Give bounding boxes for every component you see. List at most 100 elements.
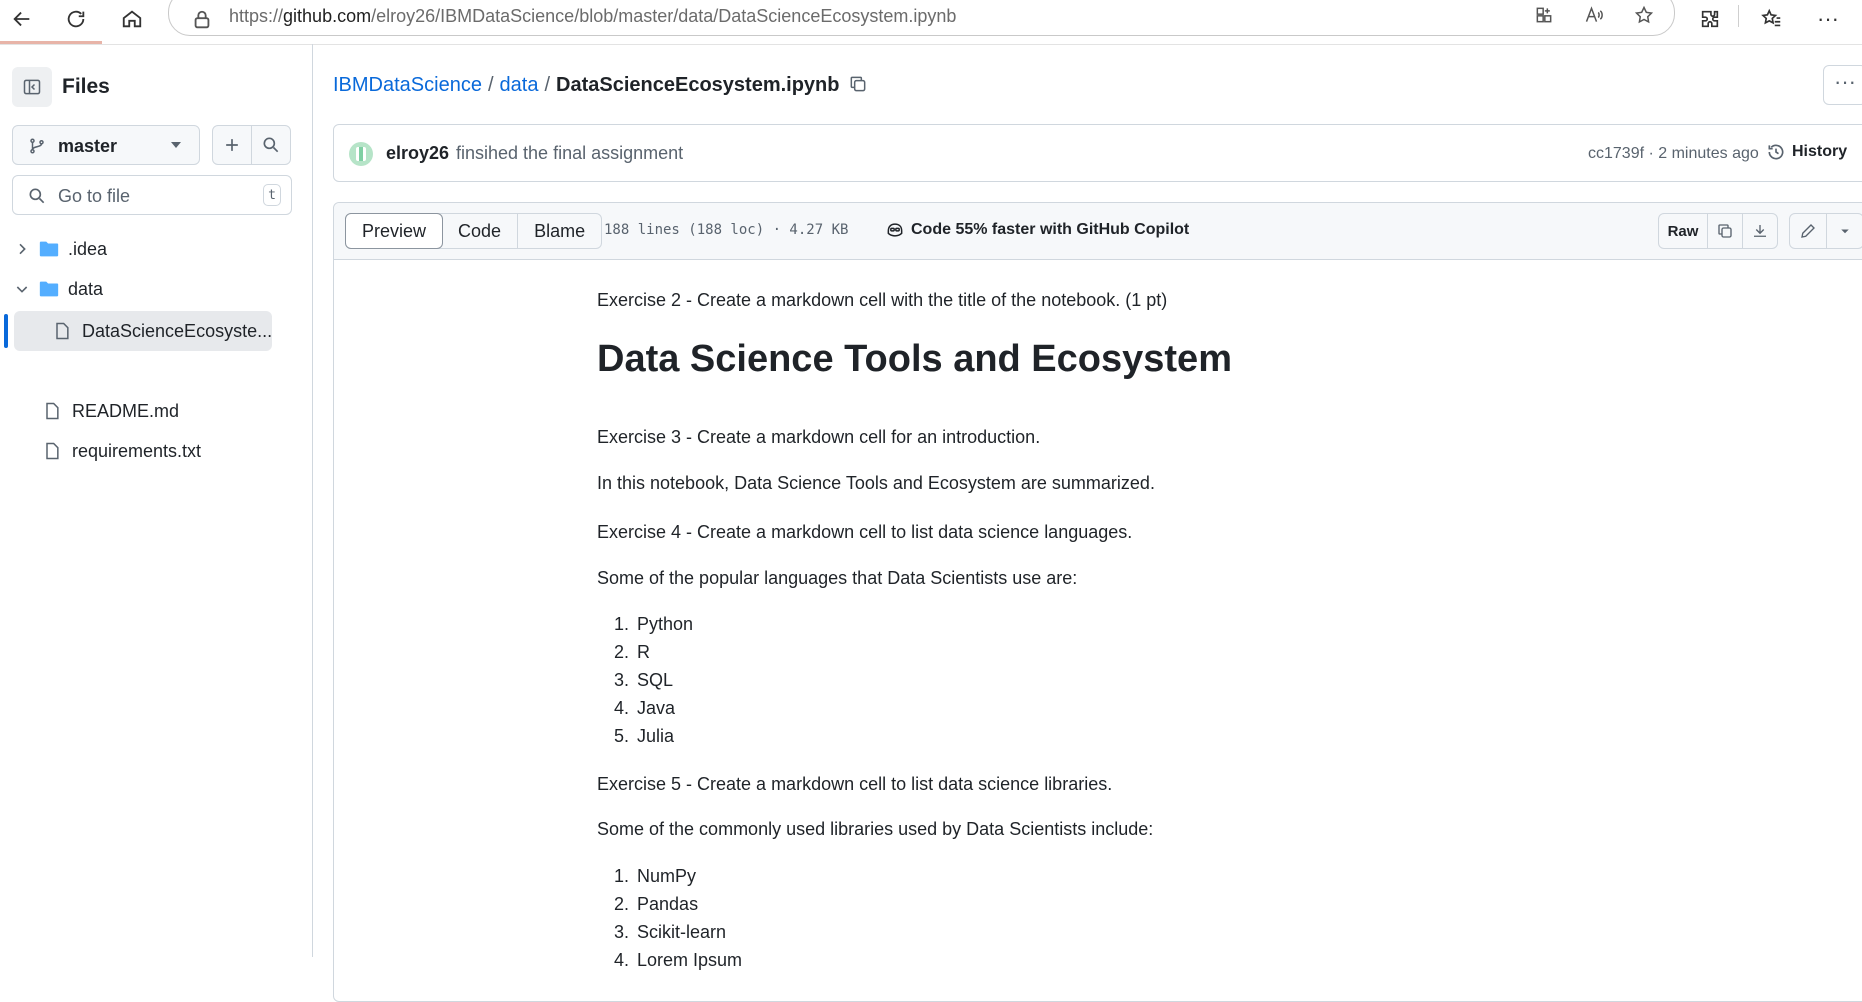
more-options-button[interactable]: ··· — [1823, 65, 1862, 105]
raw-actions-group: Raw — [1658, 213, 1778, 249]
raw-button[interactable]: Raw — [1659, 214, 1708, 248]
edit-actions-group — [1789, 213, 1862, 249]
lock-icon[interactable] — [191, 9, 213, 31]
add-file-button[interactable] — [212, 125, 252, 165]
avatar[interactable] — [349, 142, 373, 166]
copy-icon — [1718, 224, 1732, 238]
tree-item-label: .idea — [68, 238, 108, 259]
list-item: 5. Julia — [614, 726, 675, 746]
file-info: 188 lines (188 loc) · 4.27 KB — [604, 222, 849, 238]
breadcrumb-current-file: DataScienceEcosystem.ipynb — [556, 74, 840, 96]
favorites-icon[interactable] — [1752, 2, 1792, 36]
breadcrumb-separator: / — [487, 74, 494, 96]
browser-menu-icon[interactable]: ··· — [1808, 2, 1848, 36]
exercise-4-text: Exercise 4 - Create a markdown cell to l… — [597, 522, 1133, 542]
chevron-down-icon — [1841, 229, 1849, 234]
languages-list: 1. Python 2. R 3. SQL 4. Java 5. Julia — [614, 610, 693, 750]
view-mode-tabs: Preview Code Blame — [345, 213, 603, 249]
tree-item-notebook[interactable]: DataScienceEcosyste... — [52, 312, 272, 350]
plus-icon — [226, 139, 238, 151]
copy-raw-button[interactable] — [1708, 214, 1742, 248]
history-label: History — [1792, 143, 1848, 160]
keyboard-shortcut-hint: t — [263, 184, 281, 206]
tree-item-label: DataScienceEcosyste... — [82, 320, 273, 341]
toolbar-separator — [1738, 5, 1739, 27]
list-item: 4. Java — [614, 698, 676, 718]
history-icon — [1768, 144, 1784, 160]
read-aloud-icon[interactable] — [1579, 2, 1609, 28]
exercise-3-text: Exercise 3 - Create a markdown cell for … — [597, 427, 1041, 447]
tab-code[interactable]: Code — [442, 214, 519, 248]
copy-path-icon[interactable] — [848, 74, 868, 94]
tree-item-idea[interactable]: .idea — [14, 230, 107, 268]
copilot-promo-label: Code 55% faster with GitHub Copilot — [911, 221, 1190, 238]
address-bar[interactable]: https://github.com/elroy26/IBMDataScienc… — [168, 0, 1675, 36]
file-viewer: Preview Code Blame 188 lines (188 loc) ·… — [333, 202, 1862, 1002]
refresh-icon[interactable] — [56, 2, 96, 36]
back-icon[interactable] — [2, 2, 42, 36]
chevron-down-icon[interactable] — [14, 281, 30, 297]
list-item: 4. Lorem Ipsum — [614, 950, 743, 970]
breadcrumb-repo-link[interactable]: IBMDataScience — [333, 74, 482, 96]
go-to-file-input[interactable]: Go to file t — [12, 175, 292, 215]
tree-item-requirements[interactable]: requirements.txt — [42, 432, 201, 470]
tab-preview[interactable]: Preview — [345, 213, 444, 249]
search-icon — [263, 137, 279, 153]
edit-file-button[interactable] — [1790, 214, 1826, 248]
file-icon — [46, 442, 59, 460]
extensions-icon[interactable] — [1690, 2, 1730, 36]
tab-blame[interactable]: Blame — [518, 214, 601, 248]
exercise-2-text: Exercise 2 - Create a markdown cell with… — [597, 290, 1168, 310]
tree-item-readme[interactable]: README.md — [42, 392, 179, 430]
tree-item-active-marker — [4, 314, 8, 348]
list-item: 1. Python — [614, 614, 694, 634]
tree-item-data[interactable]: data — [14, 270, 103, 308]
folder-icon — [39, 241, 59, 257]
libraries-list: 1. NumPy 2. Pandas 3. Scikit-learn 4. Lo… — [614, 862, 742, 974]
chevron-down-icon — [171, 142, 181, 148]
intro-text: In this notebook, Data Science Tools and… — [597, 473, 1155, 493]
exercise-5-text: Exercise 5 - Create a markdown cell to l… — [597, 774, 1113, 794]
home-icon[interactable] — [112, 2, 152, 36]
file-icon — [46, 402, 59, 420]
breadcrumb-folder-link[interactable]: data — [500, 74, 539, 96]
search-button[interactable] — [251, 125, 291, 165]
branch-selector[interactable]: master — [12, 125, 200, 165]
sidebar-panel-icon — [23, 79, 41, 95]
favorite-star-icon[interactable] — [1629, 2, 1659, 28]
commit-message[interactable]: finsihed the final assignment — [456, 143, 683, 164]
list-item: 1. NumPy — [614, 866, 697, 886]
file-header: Preview Code Blame 188 lines (188 loc) ·… — [334, 203, 1862, 260]
libraries-intro: Some of the commonly used libraries used… — [597, 819, 1154, 839]
download-icon — [1754, 225, 1766, 237]
copilot-promo-link[interactable]: Code 55% faster with GitHub Copilot — [885, 220, 1189, 240]
pencil-icon — [1801, 224, 1815, 238]
tree-item-label: data — [68, 278, 104, 299]
history-button[interactable]: History — [1766, 142, 1847, 162]
list-item: 2. Pandas — [614, 894, 699, 914]
list-item: 3. Scikit-learn — [614, 922, 727, 942]
collapse-sidebar-button[interactable] — [12, 67, 52, 107]
branch-name: master — [58, 136, 118, 156]
breadcrumb: IBMDataScience / data / DataScienceEcosystem… — [333, 74, 868, 97]
search-icon — [29, 188, 45, 204]
url-text[interactable]: https://github.com/elroy26/IBMDataScienc… — [229, 6, 956, 27]
folder-open-icon — [39, 281, 59, 297]
file-icon — [56, 322, 69, 340]
go-to-file-placeholder: Go to file — [58, 186, 131, 206]
notebook-title: Data Science Tools and Ecosystem — [597, 338, 1232, 380]
download-raw-button[interactable] — [1742, 214, 1777, 248]
sidebar-title: Files — [62, 75, 110, 98]
chevron-right-icon[interactable] — [14, 241, 30, 257]
app-available-icon[interactable] — [1529, 2, 1559, 28]
commit-author[interactable]: elroy26 — [386, 143, 449, 164]
git-branch-icon — [30, 138, 44, 154]
tree-item-label: requirements.txt — [72, 440, 202, 461]
list-item: 3. SQL — [614, 670, 674, 690]
copilot-icon — [887, 223, 903, 237]
file-tree-sidebar: Files master Go to file t .idea data Dat… — [0, 44, 313, 957]
commit-sha-time[interactable]: cc1739f · 2 minutes ago — [1588, 145, 1759, 163]
list-item: 2. R — [614, 642, 651, 662]
tree-item-label: README.md — [72, 400, 180, 421]
edit-options-button[interactable] — [1826, 214, 1862, 248]
